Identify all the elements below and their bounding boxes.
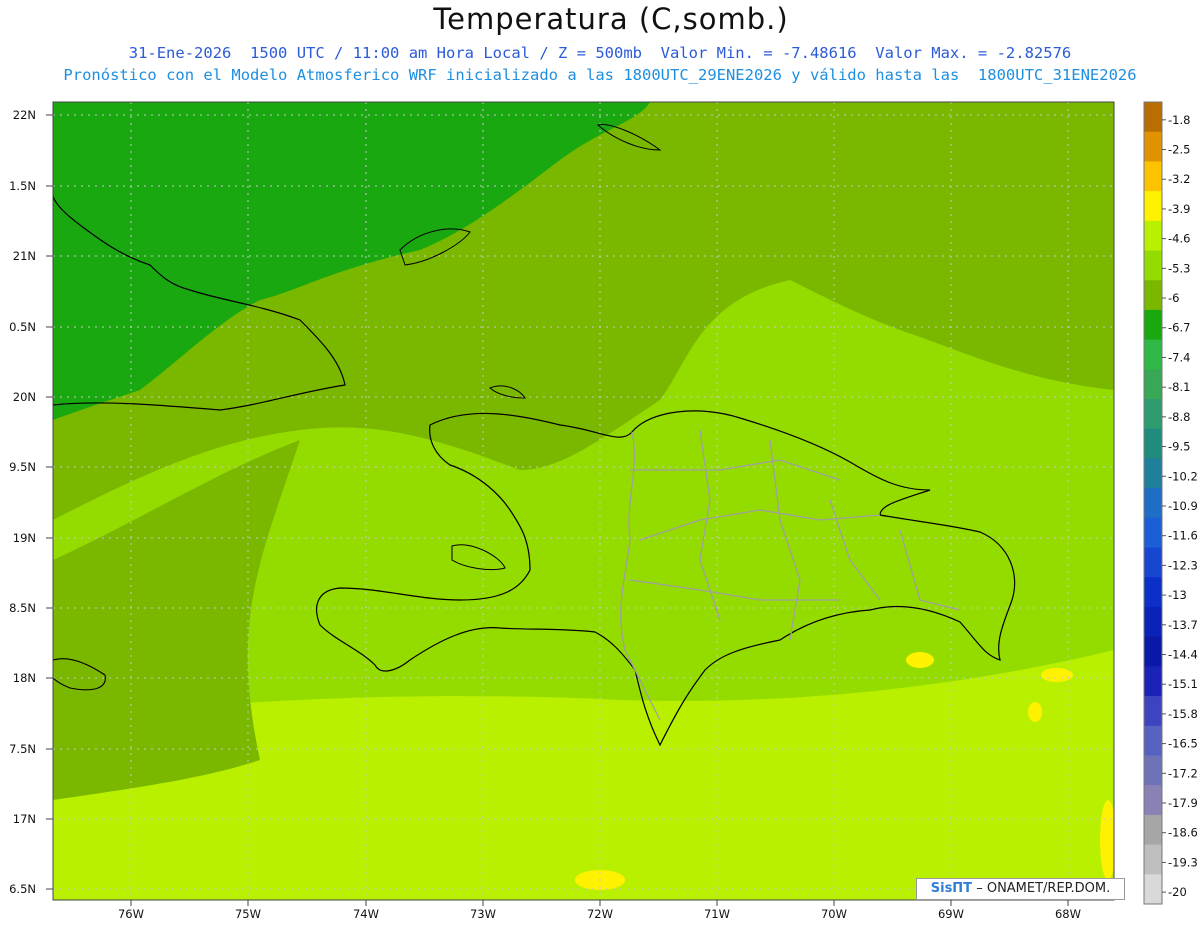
sispi-logo: SisПT: [930, 881, 973, 896]
legend-swatch: [1144, 191, 1162, 222]
legend-swatch: [1144, 755, 1162, 786]
legend-swatch: [1144, 488, 1162, 519]
legend-swatch: [1144, 844, 1162, 875]
legend-label: -13.7: [1168, 618, 1198, 632]
legend-label: -3.9: [1168, 202, 1190, 216]
legend-swatch: [1144, 517, 1162, 549]
warm-spot: [1028, 702, 1042, 722]
legend-swatch: [1144, 280, 1162, 311]
lat-label: 9.5N: [9, 460, 36, 474]
lon-label: 72W: [587, 907, 613, 921]
legend-label: -15.8: [1168, 707, 1198, 721]
legend-label: -17.2: [1168, 766, 1198, 780]
legend-swatch: [1144, 874, 1162, 905]
legend-swatch: [1144, 250, 1162, 281]
lat-label: 6.5N: [9, 882, 36, 896]
legend-label: -4.6: [1168, 232, 1190, 246]
legend-swatch: [1144, 369, 1162, 400]
legend-label: -1.8: [1168, 113, 1190, 127]
legend-swatch: [1144, 131, 1162, 162]
legend-label: -8.8: [1168, 410, 1190, 424]
legend-label: -14.4: [1168, 647, 1198, 661]
legend-label: -2.5: [1168, 143, 1190, 157]
legend-label: -6: [1168, 291, 1179, 305]
legend-label: -20: [1168, 885, 1187, 899]
legend-swatch: [1144, 547, 1162, 578]
legend-label: -11.6: [1168, 529, 1198, 543]
legend-swatch: [1144, 785, 1162, 816]
legend-label: -5.3: [1168, 261, 1190, 275]
lat-label: 8.5N: [9, 601, 36, 615]
legend-label: -15.1: [1168, 677, 1198, 691]
temperature-map: 22N 1.5N 21N 0.5N 20N 9.5N 19N 8.5N 18N …: [9, 101, 1198, 921]
warm-spot: [906, 652, 934, 668]
lat-label: 1.5N: [9, 179, 36, 193]
legend-label: -7.4: [1168, 350, 1190, 364]
lat-label: 17N: [13, 812, 36, 826]
legend-swatch: [1144, 814, 1162, 846]
lon-label: 75W: [235, 907, 261, 921]
legend-label: -16.5: [1168, 737, 1198, 751]
legend-label: -8.1: [1168, 380, 1190, 394]
lon-label: 73W: [470, 907, 496, 921]
legend-swatch: [1144, 666, 1162, 697]
legend-swatch: [1144, 428, 1162, 459]
legend-swatch: [1144, 339, 1162, 370]
legend-label: -10.9: [1168, 499, 1198, 513]
lon-label: 74W: [353, 907, 379, 921]
lat-label: 0.5N: [9, 320, 36, 334]
lat-label: 19N: [13, 531, 36, 545]
legend-label: -3.2: [1168, 172, 1190, 186]
lon-label: 69W: [938, 907, 964, 921]
legend-swatch: [1144, 102, 1162, 133]
lat-label: 22N: [13, 108, 36, 122]
legend-swatch: [1144, 696, 1162, 727]
legend-label: -13: [1168, 588, 1187, 602]
legend-swatch: [1144, 161, 1162, 192]
legend-swatch: [1144, 577, 1162, 608]
legend-label: -12.3: [1168, 558, 1198, 572]
legend-swatch: [1144, 458, 1162, 489]
legend-swatch: [1144, 220, 1162, 252]
legend-swatch: [1144, 399, 1162, 430]
lon-label: 76W: [118, 907, 144, 921]
legend-swatch: [1144, 725, 1162, 756]
legend-swatch: [1144, 606, 1162, 638]
lat-label: 18N: [13, 671, 36, 685]
lat-label: 20N: [13, 390, 36, 404]
legend-swatch: [1144, 636, 1162, 667]
legend-label: -6.7: [1168, 321, 1190, 335]
lon-label: 68W: [1055, 907, 1081, 921]
legend-label: -9.5: [1168, 440, 1190, 454]
lon-label: 70W: [821, 907, 847, 921]
legend-label: -10.2: [1168, 469, 1198, 483]
color-legend: -1.8 -2.5 -3.2 -3.9 -4.6 -5.3 -6 -6.7 -7.4 -8.1 -8…: [1143, 101, 1198, 905]
legend-label: -17.9: [1168, 796, 1198, 810]
credit-text: – ONAMET/REP.DOM.: [976, 881, 1111, 896]
lat-label: 7.5N: [9, 742, 36, 756]
legend-label: -18.6: [1168, 826, 1198, 840]
credit-box: SisПT – ONAMET/REP.DOM.: [916, 878, 1125, 900]
lon-label: 71W: [704, 907, 730, 921]
lat-label: 21N: [13, 249, 36, 263]
legend-label: -19.3: [1168, 855, 1198, 869]
legend-swatch: [1144, 309, 1162, 341]
